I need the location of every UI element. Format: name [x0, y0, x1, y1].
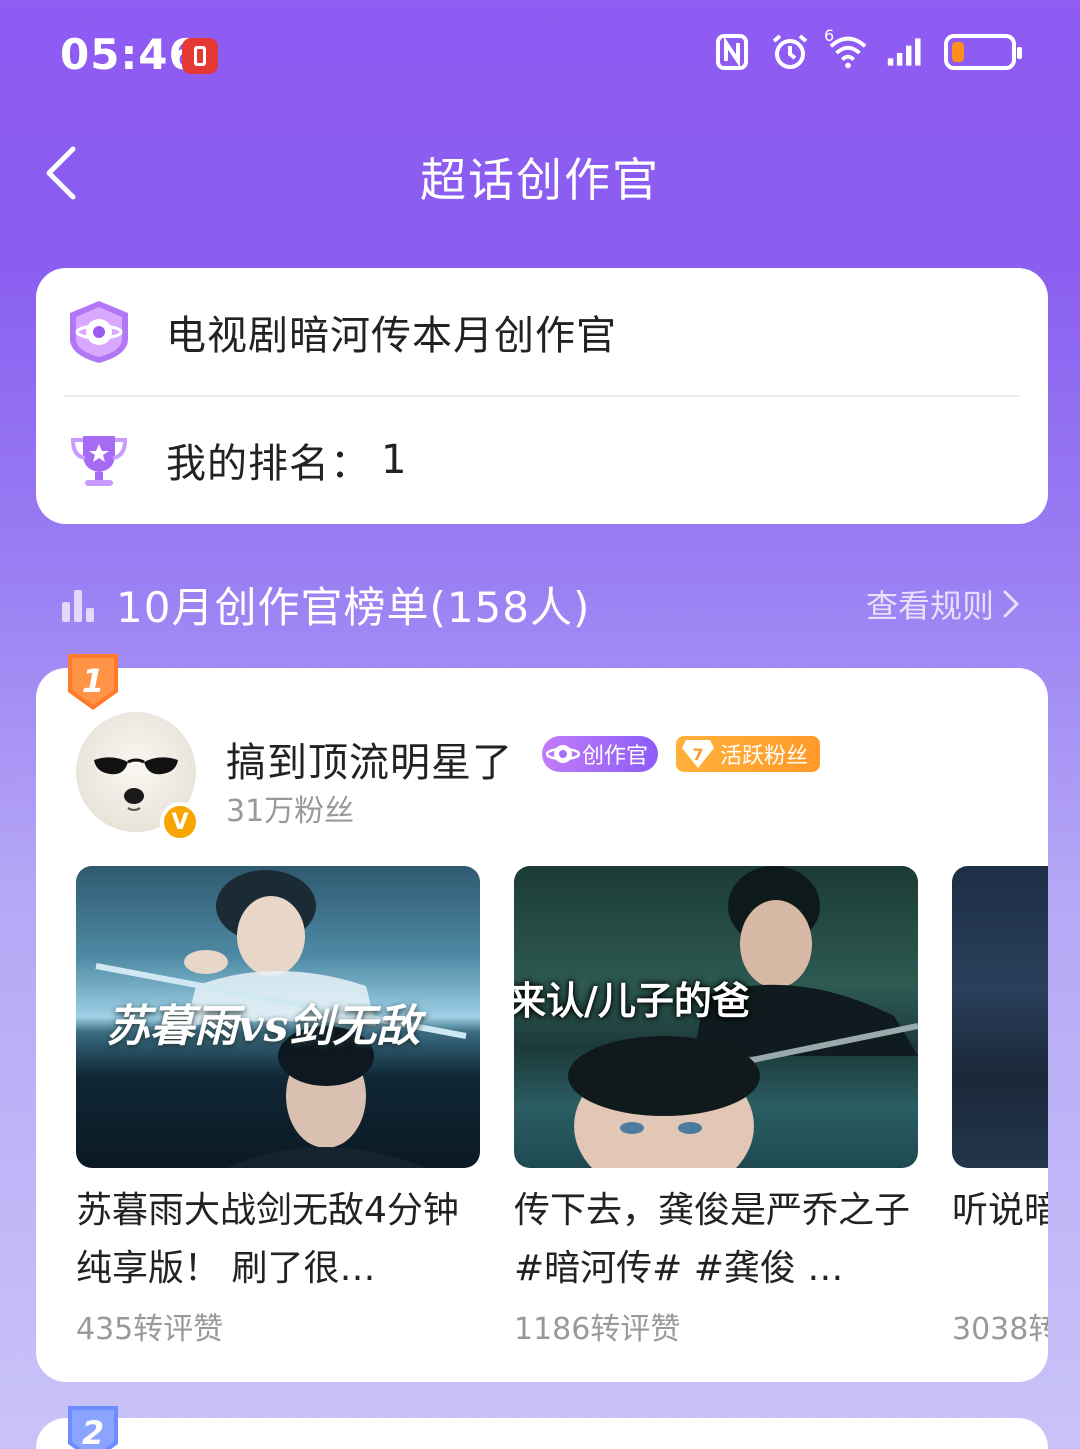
post-list: 苏暮雨vs剑无敌 苏暮雨大战剑无敌4分钟纯享版！ 刷了很… 435转评赞 来认/… — [76, 866, 1048, 1356]
creator-tag: 创作官 — [542, 736, 659, 772]
post-thumbnail: 苏暮雨vs剑无敌 — [76, 866, 480, 1168]
battery-icon — [944, 34, 1022, 70]
post-item[interactable]: 来认/儿子的爸 传下去，龚俊是严乔之子 #暗河传# #龚俊 … 1186转评赞 — [514, 866, 918, 1348]
bar-chart-icon — [62, 586, 98, 622]
fan-count: 31万粉丝 — [226, 794, 355, 829]
post-stats: 1186转评赞 — [514, 1312, 681, 1347]
username[interactable]: 搞到顶流明星了 — [226, 730, 513, 788]
my-rank-label: 我的排名： — [166, 441, 371, 487]
leaderboard-title: 10月创作官榜单(158人) — [116, 582, 591, 632]
post-item[interactable]: 听说暗河传 3038转 — [952, 866, 1048, 1348]
post-title: 苏暮雨大战剑无敌4分钟纯享版！ 刷了很… — [76, 1190, 459, 1289]
post-thumbnail: 来认/儿子的爸 — [514, 866, 918, 1168]
leaderboard-entry-card[interactable]: V 搞到顶流明星了 创作官 7 活跃粉丝 31万粉丝 苏暮雨vs剑无敌 苏暮雨大… — [36, 668, 1048, 1382]
rank-1-badge: 1 — [64, 652, 122, 712]
post-stats: 3038转 — [952, 1312, 1048, 1347]
fan-level: 7 — [692, 745, 703, 764]
rank-2-badge: 2 — [64, 1404, 122, 1449]
thumb-caption: 来认/儿子的爸 — [514, 979, 750, 1023]
active-fan-tag: 7 活跃粉丝 — [676, 736, 821, 772]
creator-tag-label: 创作官 — [582, 744, 649, 769]
view-rules-label: 查看规则 — [865, 587, 994, 625]
post-title: 传下去，龚俊是严乔之子 #暗河传# #龚俊 … — [514, 1190, 911, 1289]
wifi-label: 6 — [824, 26, 835, 45]
alarm-icon — [770, 32, 810, 72]
view-rules-link[interactable]: 查看规则 — [866, 581, 1020, 627]
post-thumbnail — [952, 866, 1048, 1168]
battery-warning-icon — [182, 38, 218, 74]
rank-1-number: 1 — [82, 662, 104, 700]
post-stats: 435转评赞 — [76, 1312, 224, 1347]
status-icons: 6 — [712, 26, 1022, 72]
page-title: 超话创作官 — [420, 153, 660, 207]
creator-title-row[interactable]: 电视剧暗河传本月创作官 — [36, 268, 1048, 396]
thumb-caption: 苏暮雨vs剑无敌 — [106, 1001, 421, 1052]
trophy-icon — [64, 425, 134, 495]
chevron-right-icon — [1003, 590, 1020, 618]
post-item[interactable]: 苏暮雨vs剑无敌 苏暮雨大战剑无敌4分钟纯享版！ 刷了很… 435转评赞 — [76, 866, 480, 1348]
wifi-icon: 6 — [824, 26, 868, 72]
rank-2-number: 2 — [82, 1414, 104, 1449]
creator-title: 电视剧暗河传本月创作官 — [166, 313, 617, 359]
planet-icon — [546, 745, 580, 763]
status-time: 05:46 — [60, 30, 199, 79]
summary-card: 电视剧暗河传本月创作官 我的排名： 1 — [36, 268, 1048, 524]
leaderboard-entry-card[interactable] — [36, 1418, 1048, 1449]
post-title: 听说暗河传 — [952, 1190, 1048, 1231]
signal-icon — [886, 32, 926, 72]
active-fan-label: 活跃粉丝 — [720, 744, 809, 769]
my-rank-value: 1 — [381, 437, 408, 483]
leaderboard-header: 10月创作官榜单(158人) 查看规则 — [62, 572, 1020, 636]
verified-badge-icon: V — [160, 802, 200, 842]
my-rank-row: 我的排名： 1 — [36, 396, 1048, 524]
creator-badge-icon — [64, 297, 134, 367]
top-bar: 超话创作官 — [0, 120, 1080, 230]
nfc-icon — [712, 32, 752, 72]
status-bar: 05:46 6 — [0, 0, 1080, 110]
